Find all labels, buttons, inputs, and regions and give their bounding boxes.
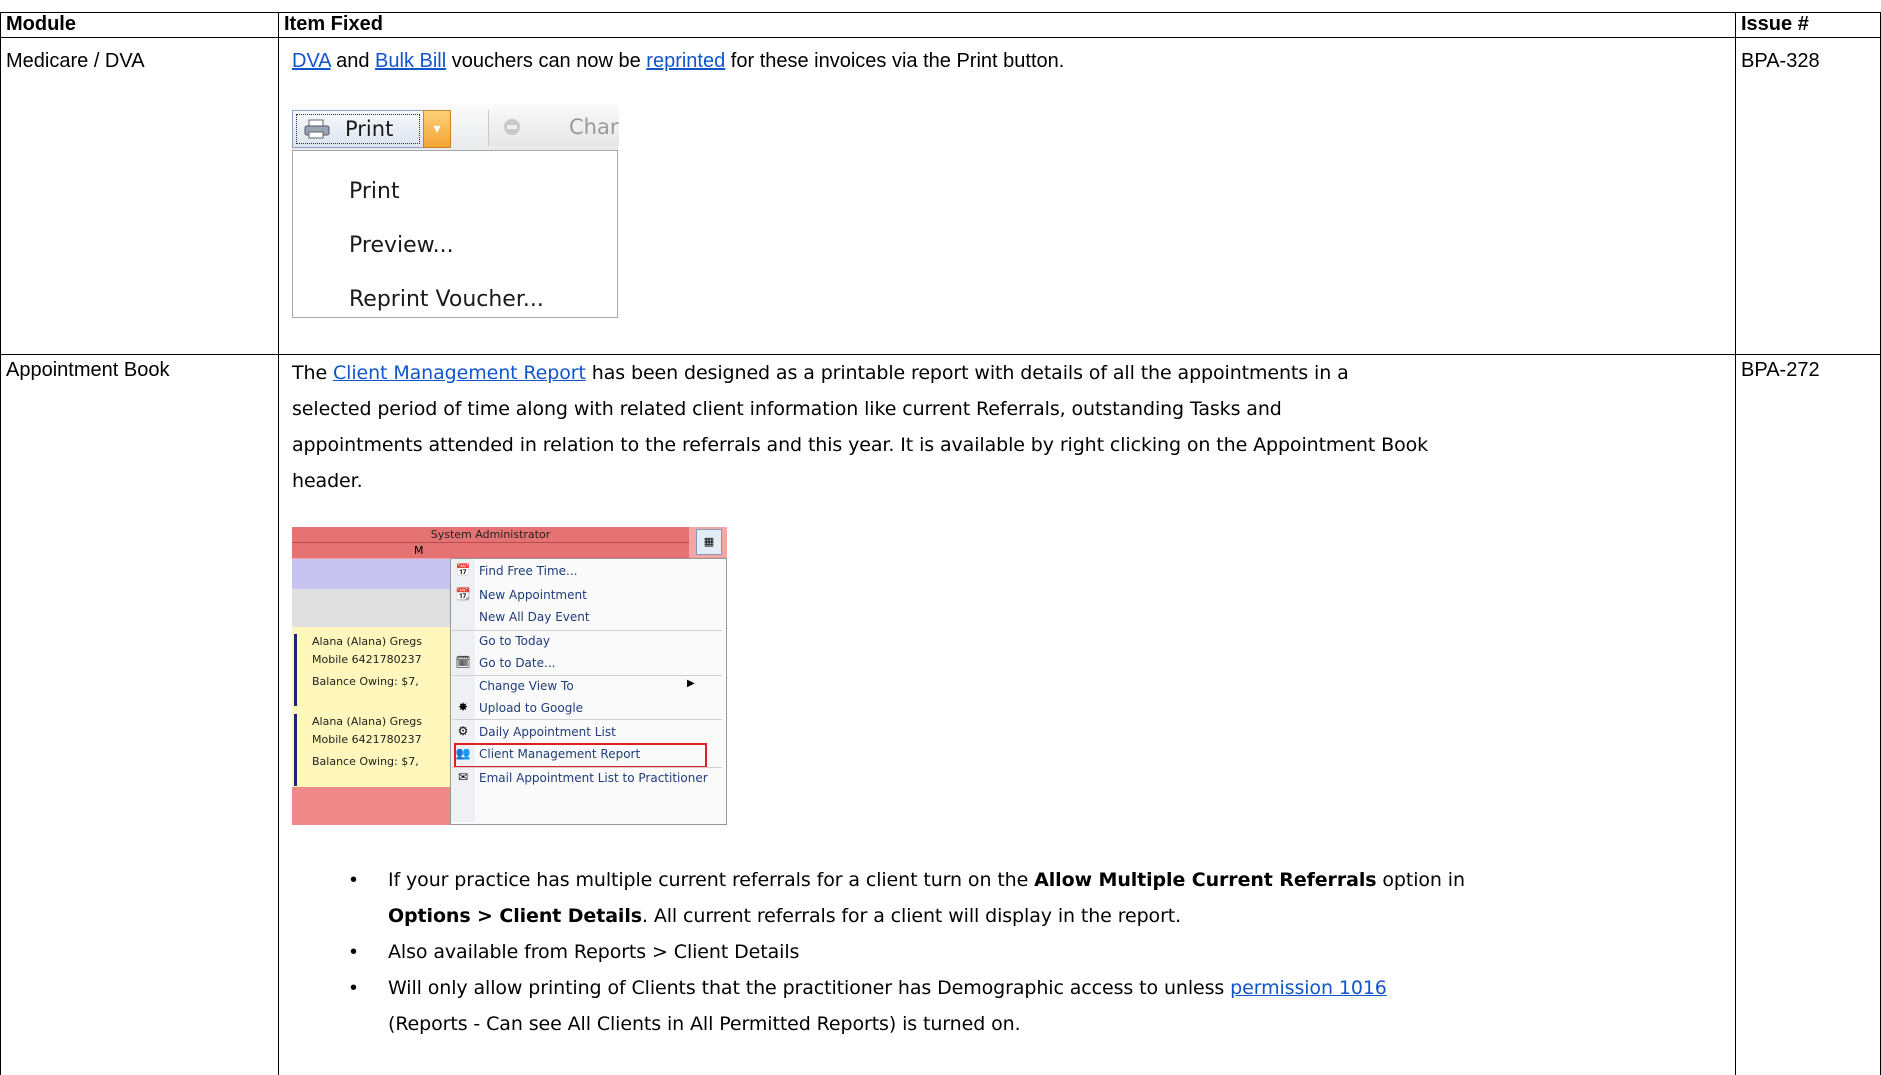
bullet-1-line-2: Options > Client Details. All current re… [388,898,1733,934]
header-row-2: M [292,543,689,558]
bullet-3-line-1: Will only allow printing of Clients that… [388,970,1733,1006]
calendar-icon: 🗓 [455,655,471,669]
appointment-name[interactable]: Alana (Alana) Gregs [312,715,422,728]
text-fragment: and [330,50,376,72]
header-item-fixed: Item Fixed [284,13,383,35]
appointment-balance: Balance Owing: $7, [312,675,419,688]
text-fragment: option in [1376,869,1465,891]
menu-item-go-to-today[interactable]: Go to Today [479,634,550,648]
menu-item-new-all-day-event[interactable]: New All Day Event [479,610,590,624]
text-fragment: If your practice has multiple current re… [388,869,1035,891]
report-icon: 👥 [455,746,471,760]
permission-1016-link[interactable]: permission 1016 [1230,977,1387,999]
appointment-mobile: Mobile 6421780237 [312,733,422,746]
bold-option-name: Allow Multiple Current Referrals [1034,869,1377,891]
appointment-mobile: Mobile 6421780237 [312,653,422,666]
reprinted-link[interactable]: reprinted [646,50,725,72]
appt-bar [294,634,297,706]
bullet-dot: • [350,977,358,999]
context-menu-screenshot: System Administrator M ▦ Alana (Alana) G… [292,527,727,825]
timeslot-grey [292,589,452,627]
list-icon: ⚙ [457,724,469,738]
email-icon: ✉ [457,770,469,784]
bullet-3-line-2: (Reports - Can see All Clients in All Pe… [388,1013,1021,1035]
row1-module: Medicare / DVA [6,50,145,72]
header-module: Module [6,13,76,35]
print-menu-screenshot: Print ▾ Char Print Preview... Reprint Vo… [292,104,619,318]
google-icon: ✸ [457,700,469,714]
text-fragment: Will only allow printing of Clients that… [388,977,1231,999]
text-fragment: has been designed as a printable report … [585,362,1349,384]
menu-separator [452,675,722,676]
menu-item-upload-to-google[interactable]: Upload to Google [479,701,583,715]
row2-issue: BPA-272 [1741,359,1820,381]
menu-item-print[interactable]: Print [349,179,400,204]
bullet-1: If your practice has multiple current re… [388,862,1733,934]
menu-item-preview[interactable]: Preview... [349,233,454,258]
bullet-2: Also available from Reports > Client Det… [388,941,800,963]
col-border-left [0,12,1,1075]
para-line-1: The Client Management Report has been de… [292,355,1732,391]
appt-bar [294,714,297,786]
appointment-book-header[interactable]: System Administrator [292,527,689,543]
menu-item-reprint-voucher[interactable]: Reprint Voucher... [349,287,544,312]
menu-item-new-appointment[interactable]: New Appointment [479,588,587,602]
print-dropdown-menu: Print Preview... Reprint Voucher... [292,150,618,318]
text-fragment: for these invoices via the Print button. [725,50,1065,72]
col-divider-1 [278,12,279,1075]
printer-icon [304,119,330,139]
find-time-icon: 📅 [455,563,471,577]
toolbar: Print ▾ Char [292,104,619,151]
timeslot-lavender [292,559,452,589]
menu-item-change-view-to[interactable]: Change View To [479,679,574,693]
bullet-dot: • [350,869,358,891]
submenu-arrow-icon: ▶ [687,678,695,689]
menu-item-client-management-report[interactable]: Client Management Report [479,747,640,761]
row2-module: Appointment Book [6,359,170,381]
print-dropdown-arrow[interactable]: ▾ [423,110,451,148]
disabled-icon [504,119,520,135]
table-border-top [0,12,1881,13]
header-divider [0,37,1881,38]
header-row-2-text: M [414,544,424,557]
appointment-name[interactable]: Alana (Alana) Gregs [312,635,422,648]
appointment-balance: Balance Owing: $7, [312,755,419,768]
menu-item-go-to-date[interactable]: Go to Date... [479,656,555,670]
text-fragment: . All current referrals for a client wil… [641,905,1182,927]
row1-text: DVA and Bulk Bill vouchers can now be re… [292,49,1064,73]
row1-issue: BPA-328 [1741,50,1820,72]
menu-separator [452,630,722,631]
menu-separator [452,767,722,768]
para-line-4: header. [292,470,363,492]
grid-icon: ▦ [703,535,715,548]
client-management-report-link[interactable]: Client Management Report [333,362,586,384]
bullet-1-line-1: If your practice has multiple current re… [388,862,1733,898]
print-button-label: Print [345,117,394,141]
text-fragment: vouchers can now be [446,50,647,72]
timeslot-red [292,787,452,825]
col-divider-2 [1735,12,1736,1075]
menu-separator [452,719,722,720]
new-appointment-icon: 📆 [455,587,471,601]
chart-tab-label: Char [569,115,619,139]
bulk-bill-link[interactable]: Bulk Bill [375,50,446,72]
bold-menu-path: Options > Client Details [388,905,642,927]
menu-item-email-appointment-list[interactable]: Email Appointment List to Practitioner [479,771,708,785]
menu-item-find-free-time[interactable]: Find Free Time... [479,564,578,578]
bullet-dot: • [350,941,358,963]
print-button[interactable]: Print [292,110,424,148]
print-button-focus: Print [296,114,420,144]
dva-link[interactable]: DVA [292,50,331,72]
header-button[interactable]: ▦ [696,529,722,555]
row2-paragraph: The Client Management Report has been de… [292,355,1732,499]
menu-item-daily-appointment-list[interactable]: Daily Appointment List [479,725,616,739]
para-line-2: selected period of time along with relat… [292,398,1282,420]
text-fragment: The [292,362,333,384]
release-notes-table: Module Item Fixed Issue # Medicare / DVA… [0,0,1881,1075]
bullet-3: Will only allow printing of Clients that… [388,970,1733,1042]
chart-tab[interactable]: Char [488,110,619,146]
para-line-3: appointments attended in relation to the… [292,434,1429,456]
header-issue: Issue # [1741,13,1809,35]
chevron-down-icon: ▾ [433,121,441,137]
